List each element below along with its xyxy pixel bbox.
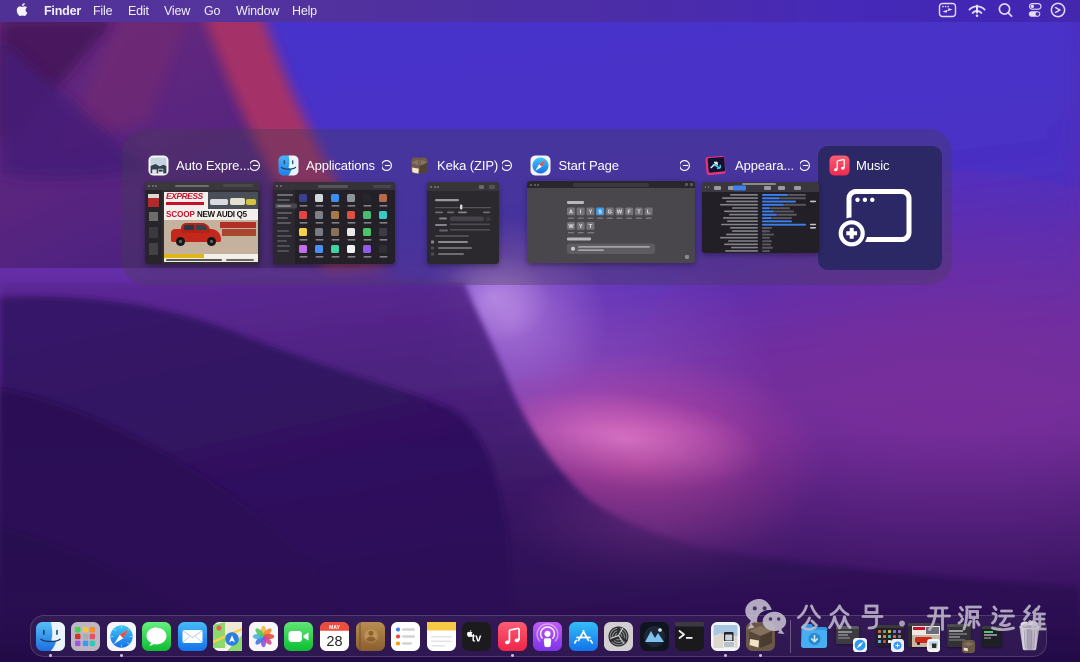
svg-text:A: A [569,210,573,216]
svg-text:W: W [617,210,623,216]
svg-text:W: W [568,224,574,230]
svg-text:G: G [608,210,612,216]
svg-text:S: S [598,210,602,216]
svg-text:Y: Y [589,210,593,216]
svg-text:28: 28 [326,634,342,650]
svg-text:tv: tv [472,633,483,645]
svg-text:Y: Y [579,224,583,230]
svg-text:MAY: MAY [329,625,341,631]
